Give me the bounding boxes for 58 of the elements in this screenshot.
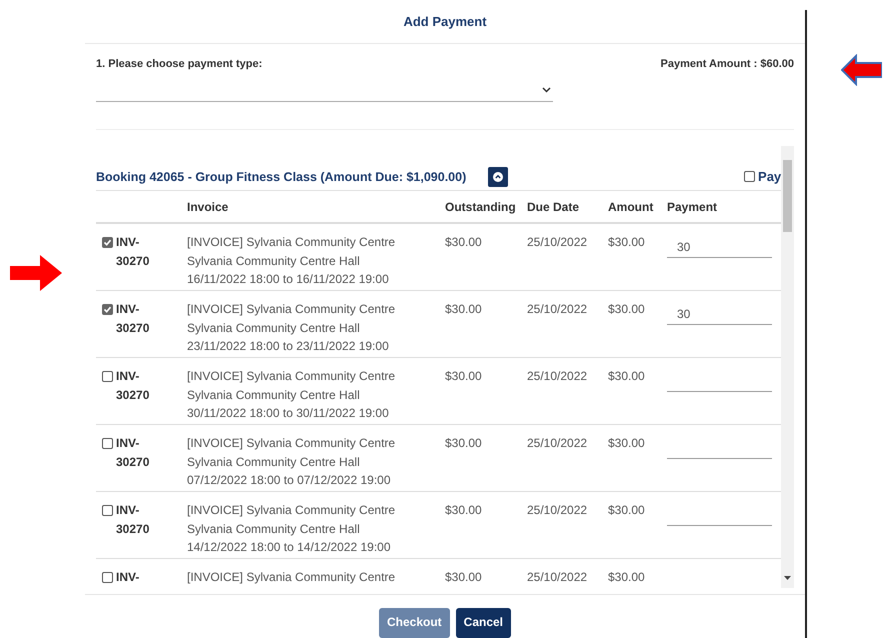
invoice-number: INV-30270 <box>116 435 150 470</box>
arrow-icon <box>10 255 62 291</box>
invoice-number: INV-30270 <box>116 234 150 270</box>
checkbox[interactable] <box>102 438 113 449</box>
invoice-amount: $30.00 <box>608 302 645 316</box>
payment-type-label: 1. Please choose payment type: <box>96 58 262 70</box>
scrollbar[interactable] <box>781 146 794 588</box>
outstanding-amount: $30.00 <box>445 369 482 383</box>
column-header: Due Date <box>527 200 580 214</box>
column-header: Amount <box>608 200 654 214</box>
chevron-up-icon <box>493 172 504 182</box>
column-header: Outstanding <box>445 200 517 214</box>
dialog-button[interactable]: Cancel <box>456 608 512 638</box>
booking-title: Booking 42065 - Group Fitness Class (Amount Due: $1,090.00) <box>96 170 466 184</box>
invoice-description: [INVOICE] Sylvania Community Centre <box>187 569 396 586</box>
arrow-icon <box>841 54 882 86</box>
invoice-number: INV-30270 <box>116 502 150 538</box>
invoice-amount: $30.00 <box>608 235 645 249</box>
invoice-description: [INVOICE] Sylvania Community Centre Sylvania Community Centre Hall 30/11/2022 18:00 to 30/11/2022 19:00 <box>187 368 396 422</box>
due-date: 25/10/2022 <box>527 436 588 450</box>
checkbox[interactable] <box>744 171 756 182</box>
chevron-down-icon <box>542 86 551 92</box>
due-date: 25/10/2022 <box>527 302 588 316</box>
payment-field[interactable]: 30 <box>667 297 772 325</box>
column-header: Invoice <box>187 200 230 214</box>
invoice-number: INV-30270 <box>116 368 150 404</box>
invoice-number: INV- <box>116 569 140 586</box>
due-date: 25/10/2022 <box>527 570 588 584</box>
scroll-thumb[interactable] <box>783 160 792 232</box>
invoice-description: [INVOICE] Sylvania Community Centre Sylvania Community Centre Hall 16/11/2022 18:00 to 16/11/2022 19:00 <box>187 234 396 288</box>
checkbox[interactable] <box>102 572 113 583</box>
invoice-description: [INVOICE] Sylvania Community Centre Sylvania Community Centre Hall 07/12/2022 18:00 to 07/12/2022 19:00 <box>187 435 396 489</box>
outstanding-amount: $30.00 <box>445 570 482 584</box>
dialog-title: Add Payment <box>403 14 487 29</box>
checkbox[interactable] <box>102 371 113 382</box>
invoice-description: [INVOICE] Sylvania Community Centre Sylvania Community Centre Hall 23/11/2022 18:00 to 23/11/2022 19:00 <box>187 301 396 355</box>
checkbox[interactable] <box>102 237 113 248</box>
invoice-description: [INVOICE] Sylvania Community Centre Sylvania Community Centre Hall 14/12/2022 18:00 to 14/12/2022 19:00 <box>187 502 396 556</box>
due-date: 25/10/2022 <box>527 503 588 517</box>
outstanding-amount: $30.00 <box>445 503 482 517</box>
invoice-amount: $30.00 <box>608 570 645 584</box>
checkbox[interactable] <box>102 304 113 315</box>
pay-label: Pay <box>758 169 782 184</box>
invoice-amount: $30.00 <box>608 503 645 517</box>
scroll-down-icon[interactable] <box>784 576 792 580</box>
due-date: 25/10/2022 <box>527 369 588 383</box>
outstanding-amount: $30.00 <box>445 235 482 249</box>
outstanding-amount: $30.00 <box>445 302 482 316</box>
outstanding-amount: $30.00 <box>445 436 482 450</box>
due-date: 25/10/2022 <box>527 235 588 249</box>
invoice-amount: $30.00 <box>608 369 645 383</box>
invoice-amount: $30.00 <box>608 436 645 450</box>
payment-field[interactable]: 30 <box>667 230 772 258</box>
column-header: Payment <box>667 200 718 214</box>
invoice-number: INV-30270 <box>116 301 150 336</box>
checkbox[interactable] <box>102 505 113 516</box>
payment-amount: Payment Amount : $60.00 <box>660 58 794 70</box>
collapse-toggle[interactable] <box>488 166 508 186</box>
